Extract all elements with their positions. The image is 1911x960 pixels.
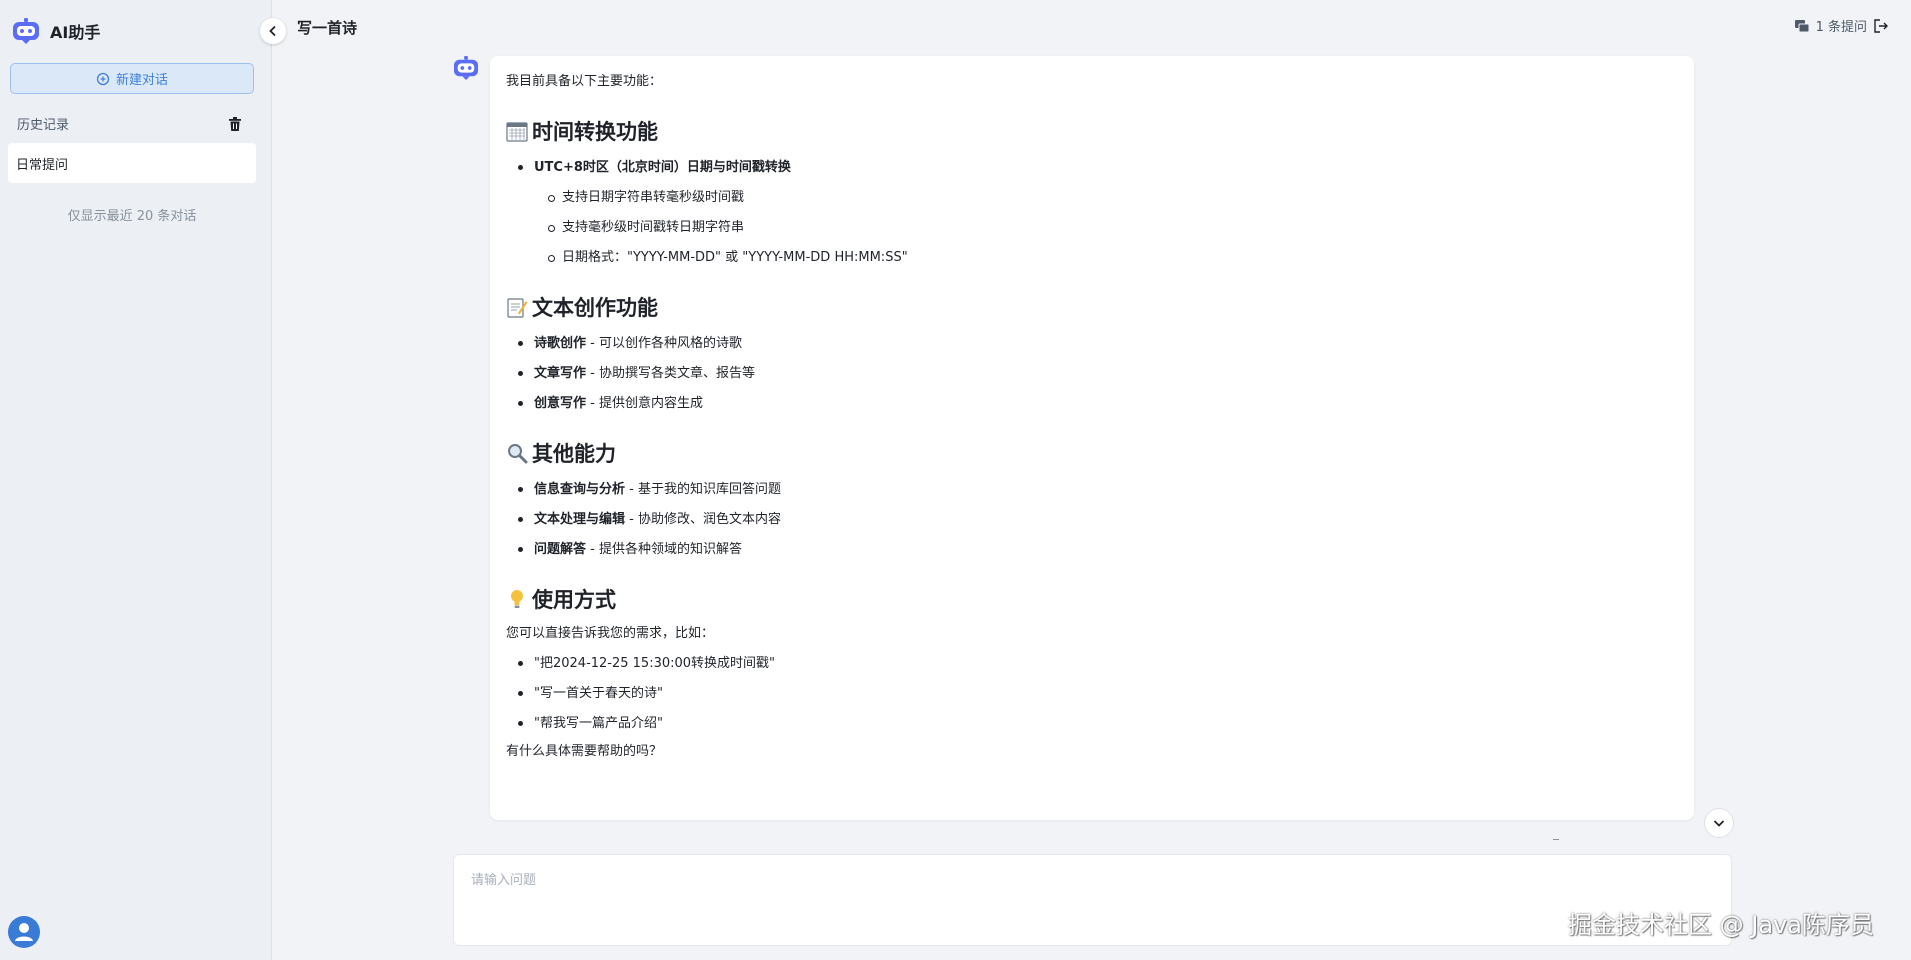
refresh-icon[interactable]: [1580, 832, 1592, 840]
feature-list: 信息查询与分析 - 基于我的知识库回答问题 文本处理与编辑 - 协助修改、润色文…: [506, 480, 1678, 560]
list-item: "写一首关于春天的诗": [516, 684, 1678, 704]
list-item-text: - 协助撰写各类文章、报告等: [586, 366, 755, 381]
assistant-message: 我目前具备以下主要功能： 时间转换功能 UTC+8时区（北京时间）日期与时间戳转…: [490, 56, 1694, 820]
list-item-text: - 协助修改、润色文本内容: [625, 512, 781, 527]
question-input[interactable]: [454, 855, 1731, 945]
user-avatar[interactable]: [8, 916, 40, 948]
example-list: "把2024-12-25 15:30:00转换成时间戳" "写一首关于春天的诗"…: [506, 654, 1678, 734]
list-item: 信息查询与分析 - 基于我的知识库回答问题: [516, 480, 1678, 500]
brand: AI助手: [12, 18, 100, 44]
section-title-text: 文本创作功能: [532, 296, 658, 320]
list-item-text: - 提供各种领域的知识解答: [586, 542, 742, 557]
list-item: 创意写作 - 提供创意内容生成: [516, 394, 1678, 414]
sidebar: AI助手 新建对话 历史记录 日常提问 仅显示最近 20 条对话: [0, 0, 272, 960]
dislike-icon[interactable]: [1640, 832, 1652, 840]
list-item-bold: 文本处理与编辑: [534, 512, 626, 527]
list-item-bold: 问题解答: [534, 542, 587, 557]
list-item: 文本处理与编辑 - 协助修改、润色文本内容: [516, 510, 1678, 530]
sub-list: 支持日期字符串转毫秒级时间戳 支持毫秒级时间戳转日期字符串 日期格式："YYYY…: [534, 188, 1678, 268]
list-item: 诗歌创作 - 可以创作各种风格的诗歌: [516, 334, 1678, 354]
feature-list: UTC+8时区（北京时间）日期与时间戳转换 支持日期字符串转毫秒级时间戳 支持毫…: [506, 158, 1678, 268]
message-closing: 有什么具体需要帮助的吗？: [506, 744, 663, 759]
chat-count-icon: [1794, 19, 1810, 32]
history-item[interactable]: 日常提问: [8, 143, 256, 183]
section-title-text: 使用方式: [532, 588, 616, 612]
lightbulb-icon: [511, 590, 523, 608]
robot-logo-icon: [13, 18, 39, 44]
list-item-bold: 诗歌创作: [534, 336, 587, 351]
section-title: 使用方式: [506, 584, 1678, 614]
chat-bubble-icon: [96, 72, 110, 85]
list-item: "把2024-12-25 15:30:00转换成时间戳": [516, 654, 1678, 674]
list-item-bold: UTC+8时区（北京时间）日期与时间戳转换: [534, 160, 791, 175]
history-title: 历史记录: [17, 118, 70, 133]
calendar-icon: [506, 122, 528, 142]
list-item: UTC+8时区（北京时间）日期与时间戳转换 支持日期字符串转毫秒级时间戳 支持毫…: [516, 158, 1678, 268]
list-item-bold: 文章写作: [534, 366, 587, 381]
history-item-label: 日常提问: [16, 157, 69, 173]
new-chat-button[interactable]: 新建对话: [10, 63, 254, 94]
list-item-bold: 信息查询与分析: [534, 482, 626, 497]
list-item: 问题解答 - 提供各种领域的知识解答: [516, 540, 1678, 560]
message-actions: [1550, 832, 1652, 840]
history-note: 仅显示最近 20 条对话: [67, 209, 197, 224]
section-title: 时间转换功能: [506, 116, 1678, 146]
list-item-bold: 创意写作: [534, 396, 587, 411]
section-title-text: 时间转换功能: [532, 120, 658, 144]
section-title: 文本创作功能: [506, 292, 1678, 322]
list-item: 文章写作 - 协助撰写各类文章、报告等: [516, 364, 1678, 384]
collapse-sidebar-button[interactable]: [260, 18, 286, 44]
export-icon[interactable]: [1873, 18, 1889, 34]
section-title-text: 其他能力: [532, 442, 616, 466]
app-name: AI助手: [50, 23, 101, 42]
bot-avatar-icon: [454, 56, 478, 80]
like-icon[interactable]: [1610, 832, 1622, 840]
feature-list: 诗歌创作 - 可以创作各种风格的诗歌 文章写作 - 协助撰写各类文章、报告等 创…: [506, 334, 1678, 414]
memo-icon: [507, 298, 528, 318]
watermark: 掘金技术社区 @ Java陈序员: [1568, 911, 1874, 939]
list-item-text: - 可以创作各种风格的诗歌: [586, 336, 742, 351]
sub-list-item: 支持毫秒级时间戳转日期字符串: [548, 218, 1678, 238]
page-title: 写一首诗: [297, 19, 358, 37]
history-header: 历史记录: [17, 114, 243, 133]
message-intro: 我目前具备以下主要功能：: [506, 74, 663, 89]
chevron-down-icon: [1713, 820, 1725, 827]
usage-lead: 您可以直接告诉我您的需求，比如：: [506, 626, 715, 641]
trash-icon[interactable]: [227, 116, 243, 132]
header-actions: 1 条提问: [1794, 16, 1889, 35]
user-icon: [15, 923, 33, 941]
list-item-text: - 提供创意内容生成: [586, 396, 703, 411]
copy-icon[interactable]: [1550, 832, 1562, 840]
sub-list-item: 支持日期字符串转毫秒级时间戳: [548, 188, 1678, 208]
list-item-text: - 基于我的知识库回答问题: [625, 482, 781, 497]
magnifier-icon: [508, 444, 528, 464]
new-chat-label: 新建对话: [115, 73, 168, 88]
scroll-to-bottom-button[interactable]: [1704, 808, 1734, 838]
question-count: 1 条提问: [1815, 20, 1867, 35]
question-input-box: [453, 854, 1732, 946]
list-item: "帮我写一篇产品介绍": [516, 714, 1678, 734]
chevron-left-icon: [269, 25, 276, 37]
sub-list-item: 日期格式："YYYY-MM-DD" 或 "YYYY-MM-DD HH:MM:SS…: [548, 248, 1678, 268]
section-title: 其他能力: [506, 438, 1678, 468]
